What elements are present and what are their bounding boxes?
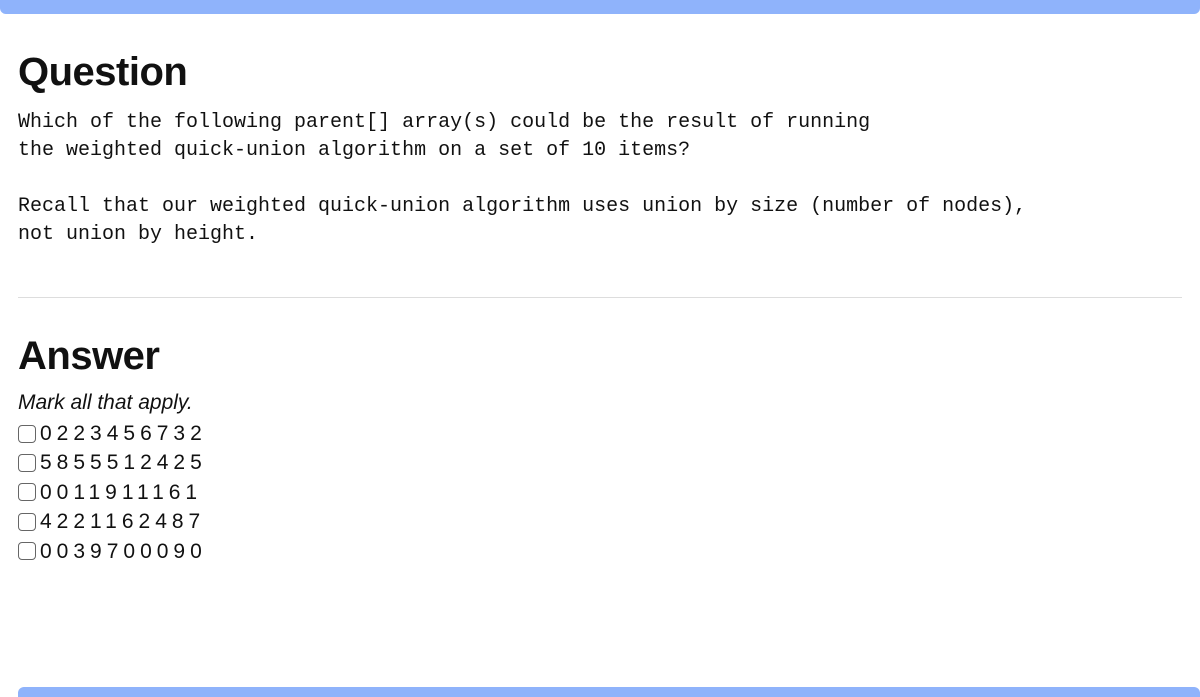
option-row: 0011911161 bbox=[18, 478, 1182, 507]
question-body: Which of the following parent[] array(s)… bbox=[18, 109, 1182, 249]
answer-instruction: Mark all that apply. bbox=[18, 391, 1182, 415]
option-text: 4221162487 bbox=[40, 507, 205, 536]
bottom-accent-bar bbox=[18, 687, 1200, 697]
option-row: 4221162487 bbox=[18, 507, 1182, 536]
option-checkbox-1[interactable] bbox=[18, 454, 36, 472]
top-accent-bar bbox=[0, 0, 1200, 14]
option-text: 0223456732 bbox=[40, 419, 207, 448]
option-text: 0011911161 bbox=[40, 478, 202, 507]
answer-heading: Answer bbox=[18, 334, 1182, 379]
option-checkbox-4[interactable] bbox=[18, 542, 36, 560]
option-row: 0039700090 bbox=[18, 537, 1182, 566]
option-text: 0039700090 bbox=[40, 537, 207, 566]
option-checkbox-2[interactable] bbox=[18, 483, 36, 501]
section-divider bbox=[18, 297, 1182, 298]
option-row: 0223456732 bbox=[18, 419, 1182, 448]
question-heading: Question bbox=[18, 50, 1182, 95]
option-checkbox-3[interactable] bbox=[18, 513, 36, 531]
option-checkbox-0[interactable] bbox=[18, 425, 36, 443]
option-row: 5855512425 bbox=[18, 448, 1182, 477]
main-content: Question Which of the following parent[]… bbox=[0, 14, 1200, 566]
option-text: 5855512425 bbox=[40, 448, 207, 477]
